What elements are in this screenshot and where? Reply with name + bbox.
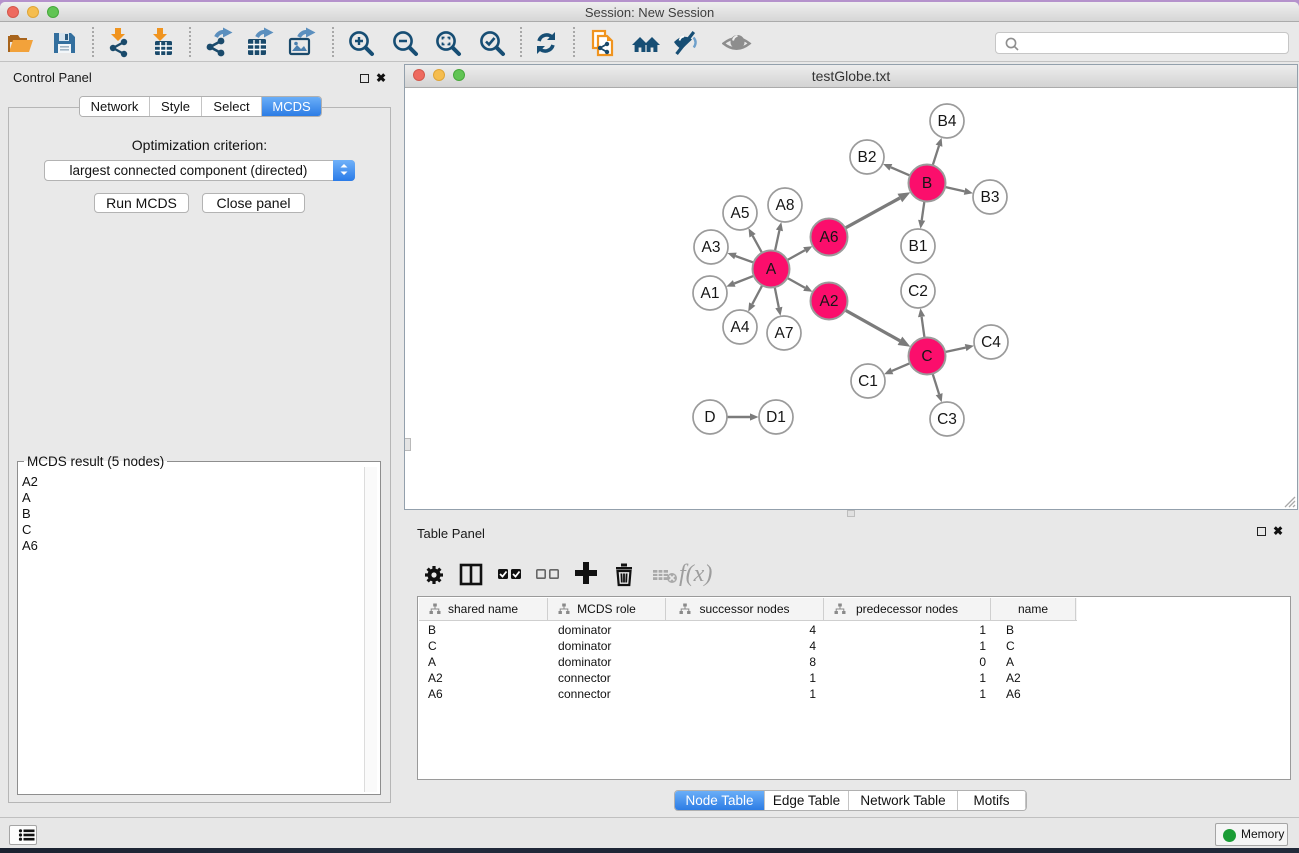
svg-text:A8: A8	[776, 197, 795, 214]
svg-text:A7: A7	[775, 325, 794, 342]
svg-text:D1: D1	[766, 409, 786, 426]
svg-text:B3: B3	[981, 189, 1000, 206]
svg-text:B1: B1	[909, 238, 928, 255]
svg-text:C2: C2	[908, 283, 928, 300]
svg-text:C4: C4	[981, 334, 1001, 351]
svg-text:A: A	[766, 261, 777, 278]
svg-text:C3: C3	[937, 411, 957, 428]
svg-text:C1: C1	[858, 373, 878, 390]
svg-text:A1: A1	[701, 285, 720, 302]
svg-text:D: D	[704, 409, 715, 426]
svg-text:B4: B4	[938, 113, 957, 130]
svg-text:A2: A2	[820, 293, 839, 310]
svg-text:C: C	[921, 348, 932, 365]
svg-text:A3: A3	[702, 239, 721, 256]
svg-text:A5: A5	[731, 205, 750, 222]
svg-text:A6: A6	[820, 229, 839, 246]
svg-text:B2: B2	[858, 149, 877, 166]
svg-text:f(x): f(x)	[679, 561, 712, 587]
svg-text:B: B	[922, 175, 932, 192]
svg-text:A4: A4	[731, 319, 750, 336]
